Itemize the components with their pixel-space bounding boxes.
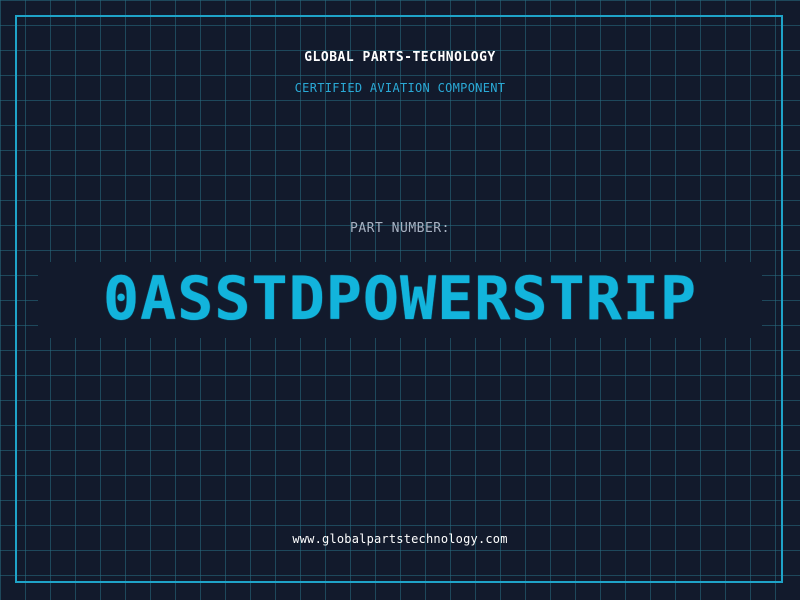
part-number-value: 0ASSTDPOWERSTRIP bbox=[103, 264, 697, 334]
part-label-card: GLOBAL PARTS-TECHNOLOGY CERTIFIED AVIATI… bbox=[0, 0, 800, 600]
company-name: GLOBAL PARTS-TECHNOLOGY bbox=[304, 50, 496, 65]
certification-subtitle: CERTIFIED AVIATION COMPONENT bbox=[294, 81, 506, 95]
part-number-label: PART NUMBER: bbox=[350, 221, 450, 236]
website-url: www.globalpartstechnology.com bbox=[292, 532, 508, 546]
